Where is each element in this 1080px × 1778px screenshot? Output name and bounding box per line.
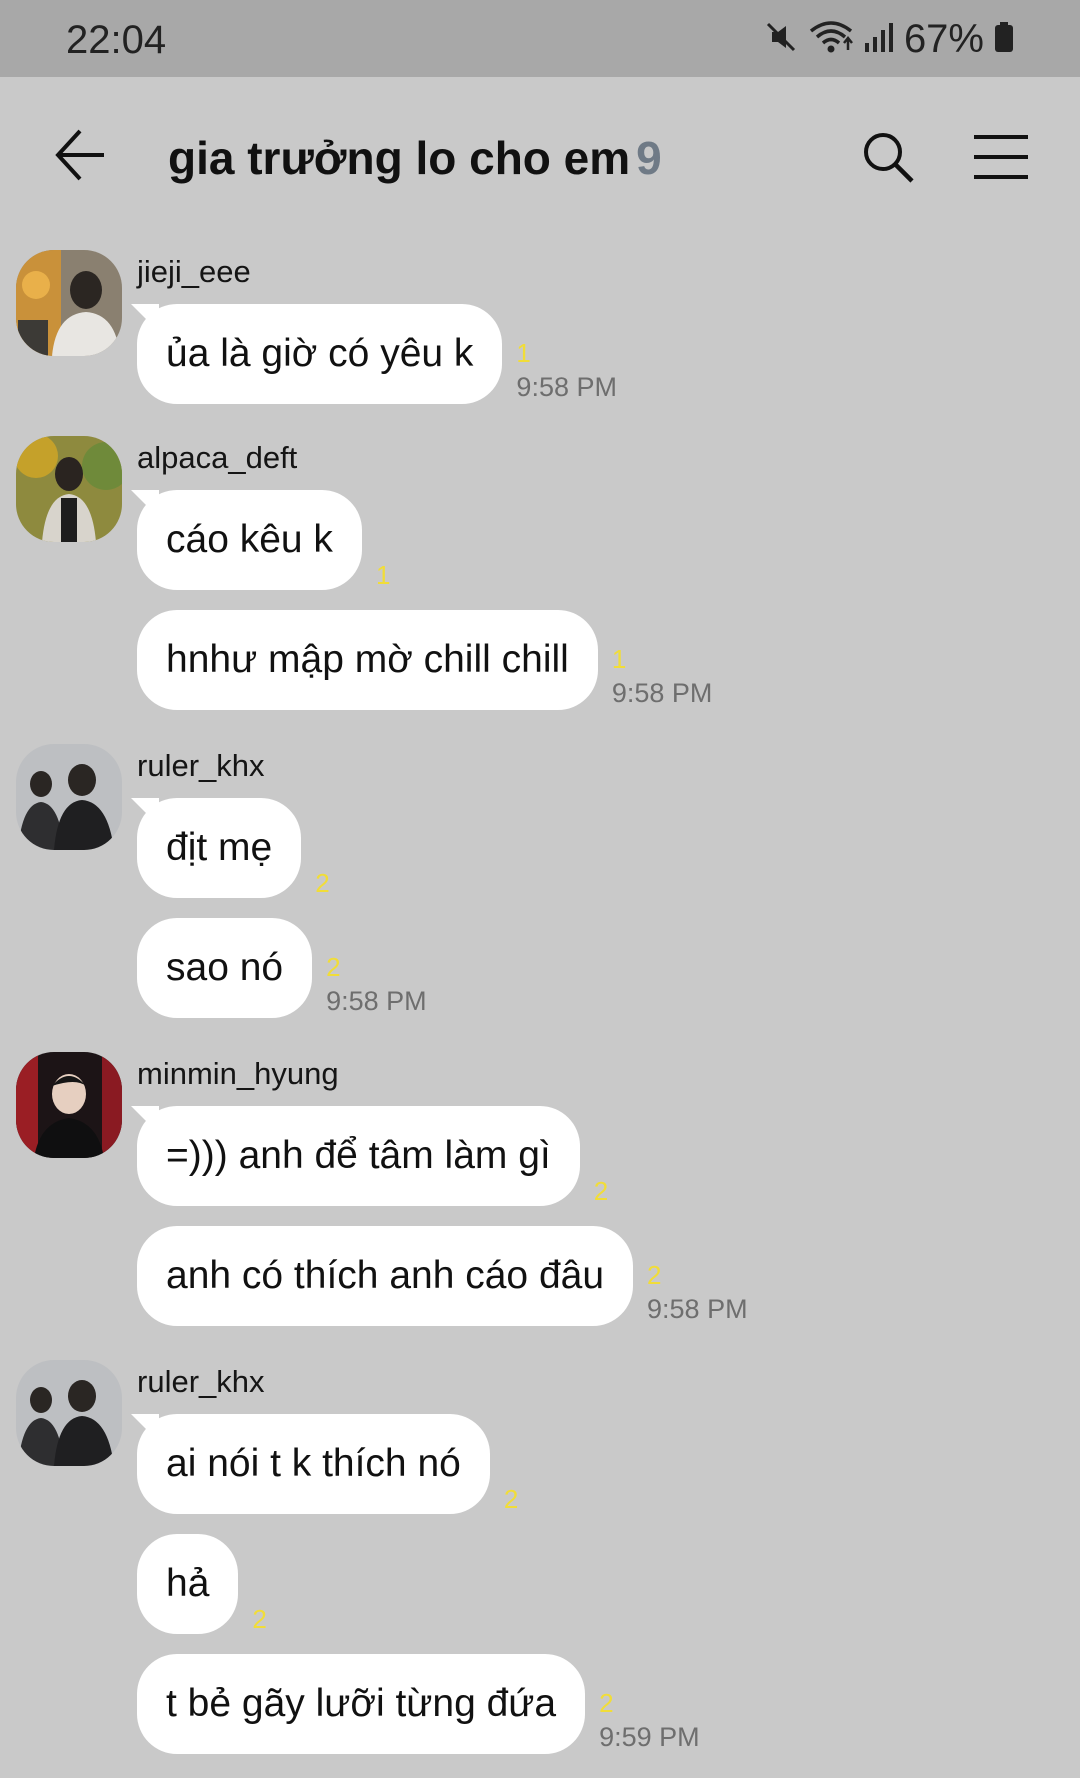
sender-name: ruler_khx [137,1364,265,1399]
unread-count: 2 [593,1176,609,1206]
message-meta: 1 [376,490,390,590]
avatar[interactable] [16,744,122,850]
avatar[interactable] [16,436,122,542]
message-bubble[interactable]: anh có thích anh cáo đâu [137,1226,634,1326]
unread-count: 1 [611,644,627,674]
message-meta: 2 [594,1106,608,1206]
unread-count: 1 [375,560,391,590]
message-time: 9:58 PM [516,372,617,402]
message-bubble[interactable]: hnhư mập mờ chill chill [137,610,598,710]
unread-count: 2 [599,1688,614,1718]
message-bubble[interactable]: cáo kêu k [137,490,362,590]
sender-name: ruler_khx [137,748,265,783]
back-button[interactable] [54,125,108,185]
unread-count: 2 [315,868,330,898]
message-row: cáo kêu k 1 [137,490,390,590]
chat-title-text: gia trưởng lo cho em [168,132,631,184]
sender-name: minmin_hyung [137,1056,339,1091]
menu-icon [974,135,1028,179]
member-count: 9 [636,132,662,184]
message-bubble[interactable]: ai nói t k thích nó [137,1414,490,1514]
message-meta: 2 9:58 PM [326,918,427,1018]
message-bubble[interactable]: địt mẹ [137,798,302,898]
search-button[interactable] [860,129,916,185]
message-list[interactable]: jieji_eee ủa là giờ có yêu k 1 9:58 PM a… [0,237,1080,1778]
message-meta: 1 9:58 PM [516,304,617,404]
status-icons: 67% [764,14,1014,64]
sender-name: alpaca_deft [137,440,298,475]
avatar[interactable] [16,250,122,356]
message-bubble[interactable]: ủa là giờ có yêu k [137,304,503,404]
message-meta: 1 9:58 PM [612,610,713,710]
message-time: 9:58 PM [611,678,713,708]
battery-percent: 67% [903,16,984,61]
message-row: ai nói t k thích nó 2 [137,1414,518,1514]
unread-count: 2 [503,1484,519,1514]
message-row: hnhư mập mờ chill chill 1 9:58 PM [137,610,712,710]
unread-count: 2 [252,1604,267,1634]
unread-count: 2 [326,952,341,982]
avatar[interactable] [16,1052,122,1158]
message-bubble[interactable]: hả [137,1534,239,1634]
message-meta: 2 [315,798,329,898]
mute-icon [764,20,798,59]
chat-title: gia trưởng lo cho em 9 [168,131,662,185]
chat-header: gia trưởng lo cho em 9 [0,77,1080,237]
message-bubble[interactable]: t bẻ gãy lưỡi từng đứa [137,1654,586,1754]
message-row: =))) anh để tâm làm gì 2 [137,1106,608,1206]
back-arrow-icon [55,129,104,181]
message-row: địt mẹ 2 [137,798,330,898]
message-row: sao nó 2 9:58 PM [137,918,427,1018]
search-icon [864,133,914,183]
unread-count: 1 [516,338,531,368]
message-time: 9:59 PM [599,1722,700,1752]
message-bubble[interactable]: sao nó [137,918,313,1018]
message-bubble[interactable]: =))) anh để tâm làm gì [137,1106,580,1206]
message-time: 9:58 PM [326,986,427,1016]
message-meta: 2 9:58 PM [647,1226,748,1326]
message-meta: 2 9:59 PM [599,1654,700,1754]
message-time: 9:58 PM [647,1294,748,1324]
battery-icon [994,21,1014,58]
message-row: anh có thích anh cáo đâu 2 9:58 PM [137,1226,748,1326]
message-meta: 2 [504,1414,518,1514]
unread-count: 2 [647,1260,662,1290]
message-meta: 2 [252,1534,266,1634]
message-row: t bẻ gãy lưỡi từng đứa 2 9:59 PM [137,1654,700,1754]
signal-icon [864,21,894,58]
message-row: hả 2 [137,1534,267,1634]
avatar[interactable] [16,1360,122,1466]
wifi-icon [808,19,854,60]
status-bar: 22:04 67% [0,0,1080,77]
message-row: ủa là giờ có yêu k 1 9:58 PM [137,304,617,404]
status-time: 22:04 [66,18,167,62]
menu-button[interactable] [972,133,1030,181]
sender-name: jieji_eee [137,254,251,289]
